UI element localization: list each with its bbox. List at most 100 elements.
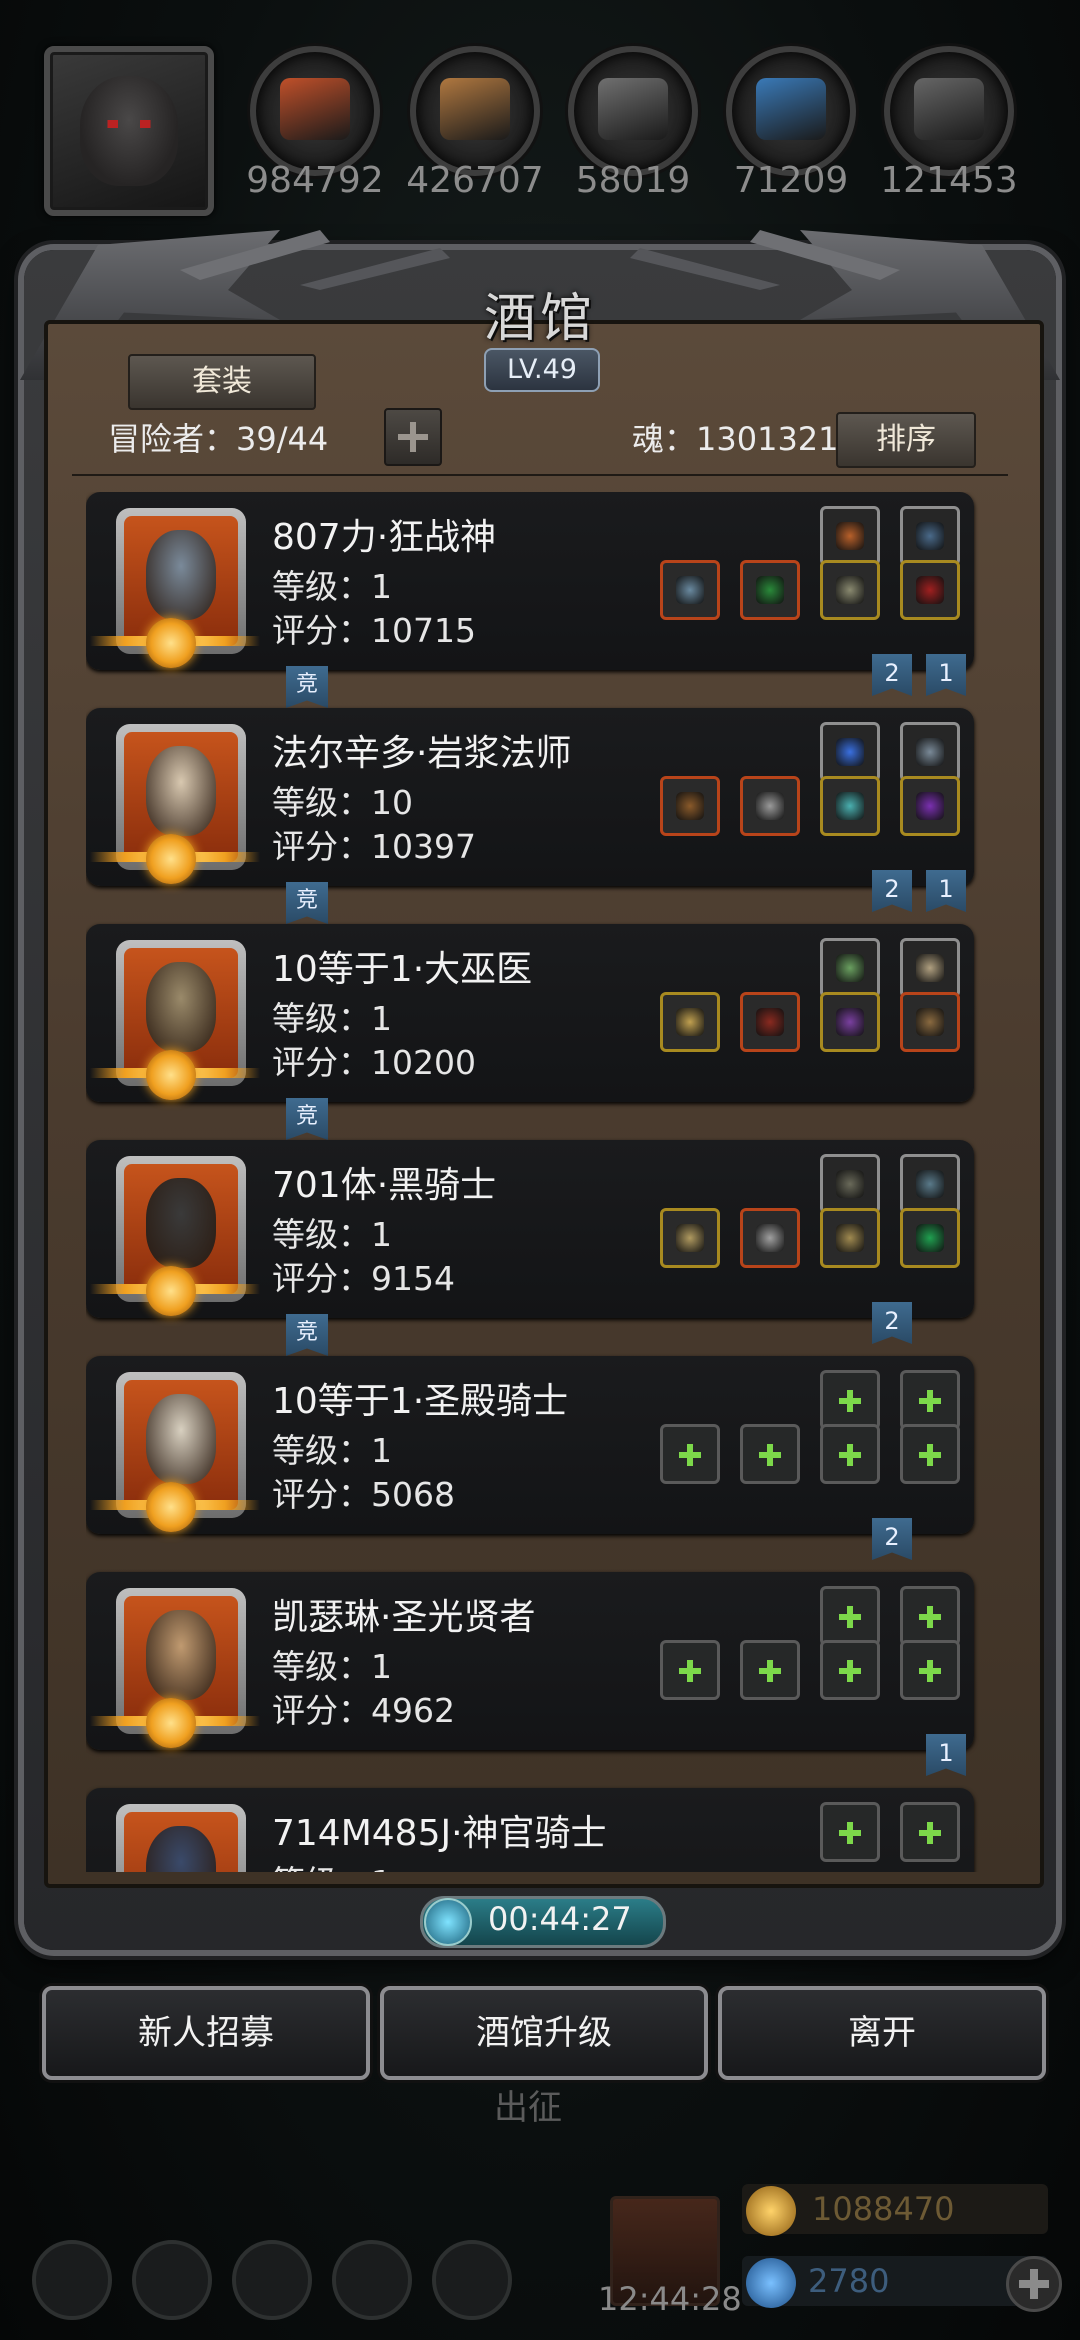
empty-equip-slot[interactable]	[820, 1424, 880, 1484]
hero-row[interactable]: 10等于1·圣殿骑士 等级：1 评分：5068	[86, 1356, 974, 1534]
empty-equip-slot[interactable]	[660, 1424, 720, 1484]
equipment-icon	[836, 1224, 864, 1252]
ore-icon[interactable]	[250, 46, 380, 176]
hero-score: 评分：10200	[272, 1043, 476, 1082]
empty-equip-slot[interactable]	[900, 1370, 960, 1430]
empty-equip-slot[interactable]	[820, 1370, 880, 1430]
empty-equip-slot[interactable]	[900, 1586, 960, 1646]
stone-icon[interactable]	[884, 46, 1014, 176]
equip-slot[interactable]	[900, 506, 960, 566]
panel-title: 酒馆	[483, 289, 596, 349]
equipment-icon	[916, 576, 944, 604]
equip-slot[interactable]	[820, 776, 880, 836]
add-currency-button[interactable]	[1006, 2256, 1062, 2312]
hero-level: 等级：10	[272, 783, 413, 822]
equip-slot[interactable]	[900, 776, 960, 836]
hero-score: 评分：9154	[272, 1259, 455, 1298]
iron-icon[interactable]	[568, 46, 698, 176]
hero-row[interactable]: 714M485J·神官骑士等级：1	[86, 1788, 974, 1872]
equip-slot[interactable]	[900, 722, 960, 782]
equip-slot[interactable]	[900, 1208, 960, 1268]
equip-slot[interactable]	[820, 992, 880, 1052]
adventurer-count: 冒险者：39/44	[108, 420, 329, 458]
hero-name: 807力·狂战神	[272, 517, 497, 558]
crystal-icon[interactable]	[726, 46, 856, 176]
hero-row[interactable]: 10等于1·大巫医 等级：1 评分：10200	[86, 924, 974, 1102]
competition-tag: 竞	[286, 1098, 328, 1140]
player-avatar[interactable]	[44, 46, 214, 216]
hero-name: 凯瑟琳·圣光贤者	[272, 1597, 536, 1638]
equip-slot[interactable]	[820, 1208, 880, 1268]
hero-row[interactable]: 法尔辛多·岩浆法师 等级：10 评分：10397	[86, 708, 974, 886]
rank-medal-icon	[146, 1050, 196, 1100]
equipment-icon	[756, 1224, 784, 1252]
empty-equip-slot[interactable]	[900, 1640, 960, 1700]
equip-slot[interactable]	[820, 938, 880, 998]
empty-equip-slot[interactable]	[820, 1640, 880, 1700]
wood-icon[interactable]	[410, 46, 540, 176]
equip-slot[interactable]	[660, 776, 720, 836]
sort-button[interactable]: 排序	[836, 412, 976, 468]
equip-slot[interactable]	[820, 722, 880, 782]
hero-score: 评分：5068	[272, 1475, 455, 1514]
leave-button[interactable]: 离开	[718, 1986, 1046, 2080]
equip-slot[interactable]	[740, 992, 800, 1052]
equip-slot[interactable]	[900, 560, 960, 620]
menu-icon[interactable]	[432, 2240, 512, 2320]
timer-text: 00:44:27	[488, 1900, 632, 1938]
empty-equip-slot[interactable]	[820, 1802, 880, 1862]
resource-value: 426707	[406, 160, 544, 201]
hero-row[interactable]: 701体·黑骑士 等级：1 评分：9154	[86, 1140, 974, 1318]
slot-count-tag: 1	[926, 654, 966, 696]
shop-icon[interactable]	[232, 2240, 312, 2320]
equip-slot[interactable]	[820, 560, 880, 620]
hero-row[interactable]: 807力·狂战神 等级：1 评分：10715	[86, 492, 974, 670]
expedition-label: 出征	[494, 2088, 562, 2128]
equip-slot[interactable]	[740, 776, 800, 836]
hero-list[interactable]: 807力·狂战神 等级：1 评分：10715 竞 2 1 法尔辛多·岩浆法师 等级：10 评分：…	[86, 492, 990, 1872]
equip-slot[interactable]	[740, 1208, 800, 1268]
medal-wing-right	[190, 636, 260, 646]
slot-count-tag: 2	[872, 870, 912, 912]
equipment-icon	[836, 738, 864, 766]
star-icon[interactable]	[132, 2240, 212, 2320]
equip-slot[interactable]	[740, 560, 800, 620]
equipment-icon	[676, 576, 704, 604]
resource-glyph	[914, 78, 984, 140]
hero-row[interactable]: 凯瑟琳·圣光贤者 等级：1 评分：4962	[86, 1572, 974, 1750]
set-button[interactable]: 套装	[128, 354, 316, 410]
equip-slot[interactable]	[820, 1154, 880, 1214]
equip-slot[interactable]	[660, 992, 720, 1052]
resource-glyph	[440, 78, 510, 140]
equip-slot[interactable]	[820, 506, 880, 566]
competition-tag: 竞	[286, 882, 328, 924]
equipment-icon	[756, 1008, 784, 1036]
recruit-button[interactable]: 新人招募	[42, 1986, 370, 2080]
equipment-icon	[916, 1170, 944, 1198]
hero-portrait[interactable]	[116, 1804, 246, 1872]
hero-face	[146, 962, 216, 1052]
empty-equip-slot[interactable]	[740, 1424, 800, 1484]
settings-gear-icon[interactable]	[32, 2240, 112, 2320]
empty-equip-slot[interactable]	[820, 1586, 880, 1646]
expand-capacity-button[interactable]	[384, 408, 442, 466]
player-portrait-face	[80, 76, 178, 186]
mail-icon[interactable]	[332, 2240, 412, 2320]
empty-equip-slot[interactable]	[900, 1424, 960, 1484]
equip-slot[interactable]	[660, 560, 720, 620]
empty-equip-slot[interactable]	[740, 1640, 800, 1700]
empty-equip-slot[interactable]	[660, 1640, 720, 1700]
equipment-icon	[836, 522, 864, 550]
equipment-icon	[756, 576, 784, 604]
resource-glyph	[756, 78, 826, 140]
hero-score: 评分：10715	[272, 611, 476, 650]
equip-slot[interactable]	[900, 938, 960, 998]
equip-slot[interactable]	[900, 992, 960, 1052]
equip-slot[interactable]	[660, 1208, 720, 1268]
hero-name: 714M485J·神官骑士	[272, 1813, 607, 1854]
tavern-upgrade-button[interactable]: 酒馆升级	[380, 1986, 708, 2080]
timer-icon	[424, 1898, 472, 1946]
equip-slot[interactable]	[900, 1154, 960, 1214]
soul-count: 魂：1301321	[632, 420, 839, 458]
empty-equip-slot[interactable]	[900, 1802, 960, 1862]
